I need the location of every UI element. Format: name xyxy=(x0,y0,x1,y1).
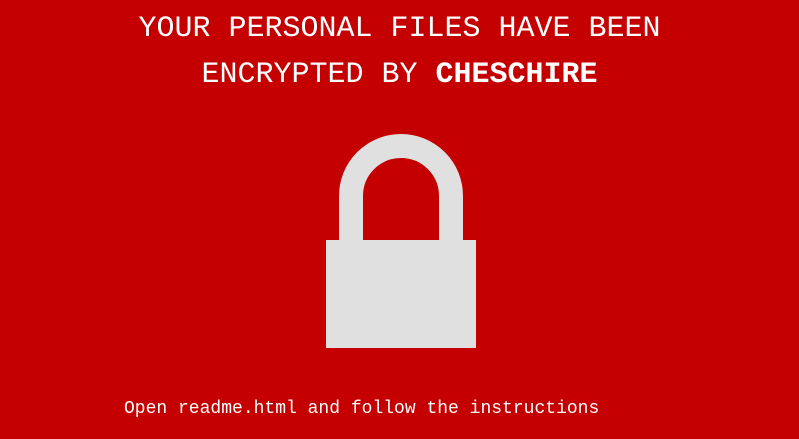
ransomware-name: CHESCHIRE xyxy=(435,58,598,92)
padlock-body xyxy=(326,240,476,348)
padlock-shackle xyxy=(339,134,463,240)
instructions-text: Open readme.html and follow the instruct… xyxy=(124,399,600,419)
headline-line-2: ENCRYPTED BY CHESCHIRE xyxy=(0,60,799,90)
headline-prefix: ENCRYPTED BY xyxy=(201,58,436,92)
padlock-icon xyxy=(326,134,476,348)
headline-line-1: YOUR PERSONAL FILES HAVE BEEN xyxy=(138,12,661,46)
